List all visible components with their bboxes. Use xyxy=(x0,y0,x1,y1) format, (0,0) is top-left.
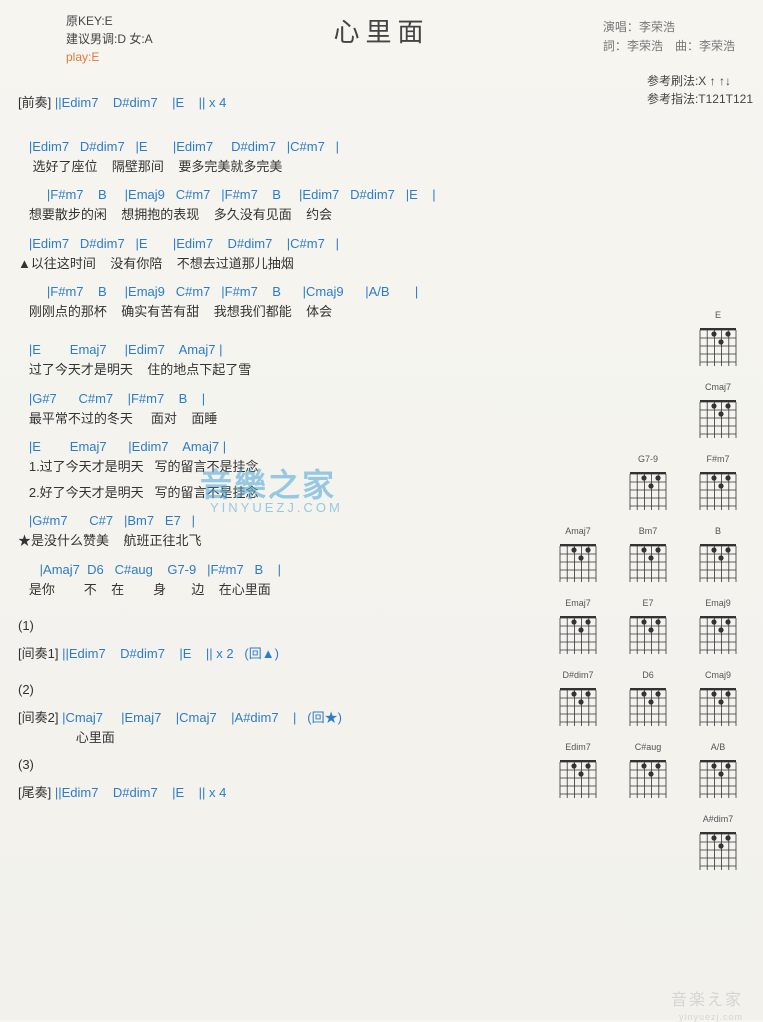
lyric-line: 选好了座位 隔壁那间 要多完美就多完美 xyxy=(18,158,548,176)
chord-diagram: Bm7 xyxy=(621,526,675,586)
diagram-row: Cmaj7 xyxy=(535,382,745,442)
chord-diagram: Emaj7 xyxy=(551,598,605,658)
chord-diagram: G7-9 xyxy=(621,454,675,514)
diagram-label: Edim7 xyxy=(551,742,605,752)
section-num: (3) xyxy=(18,756,548,774)
chord-diagram: E7 xyxy=(621,598,675,658)
ref-strum: 参考刷法:X ↑ ↑↓ xyxy=(647,72,753,90)
watermark-bottom: 音楽え家 xyxy=(671,986,743,1010)
ref-finger: 参考指法:T121T121 xyxy=(647,90,753,108)
diagram-row: D#dim7 D6 Cmaj9 xyxy=(535,670,745,730)
chord-diagram: Cmaj7 xyxy=(691,382,745,442)
lyric-line: 是你 不 在 身 边 在心里面 xyxy=(18,581,548,599)
lyric-line: 2.好了今天才是明天 写的留言不是挂念 xyxy=(18,484,548,502)
diagram-label: Emaj9 xyxy=(691,598,745,608)
writer-line: 詞：李荣浩 曲：李荣浩 xyxy=(603,37,735,56)
diagram-label: Cmaj7 xyxy=(691,382,745,392)
diagram-label: A/B xyxy=(691,742,745,752)
inter2-chords: |Cmaj7 |Emaj7 |Cmaj7 |A#dim7 | (回★) xyxy=(58,710,341,725)
inter1-label: [间奏1] xyxy=(18,646,58,661)
chord-diagram: C#aug xyxy=(621,742,675,802)
diagram-label: G7-9 xyxy=(621,454,675,464)
lyric-line: 心里面 xyxy=(18,729,548,747)
chord-diagram: Edim7 xyxy=(551,742,605,802)
intro-chords: ||Edim7 D#dim7 |E || x 4 xyxy=(51,95,226,110)
outro-label: [尾奏] xyxy=(18,785,51,800)
lyric-line: ▲以往这时间 没有你陪 不想去过道那儿抽烟 xyxy=(18,255,548,273)
chord-content: [前奏] ||Edim7 D#dim7 |E || x 4 |Edim7 D#d… xyxy=(18,92,548,808)
chord-diagrams: E Cmaj7 G7-9 F#m7 Amaj7 Bm7 B Emaj7 E7 Emaj9 D#dim… xyxy=(535,310,745,886)
chord-diagram: Cmaj9 xyxy=(691,670,745,730)
chord-diagram: Amaj7 xyxy=(551,526,605,586)
chord-line: |Edim7 D#dim7 |E |Edim7 D#dim7 |C#m7 | xyxy=(18,136,548,158)
outro-block: (3) [尾奏] ||Edim7 D#dim7 |E || x 4 xyxy=(18,756,548,804)
lyric-line: 刚刚点的那杯 确实有苦有甜 我想我们都能 体会 xyxy=(18,303,548,321)
chord-diagram: D6 xyxy=(621,670,675,730)
inter2-label: [间奏2] xyxy=(18,710,58,725)
chord-line: |E Emaj7 |Edim7 Amaj7 | xyxy=(18,436,548,458)
chorus-block: |E Emaj7 |Edim7 Amaj7 | 过了今天才是明天 住的地点下起了… xyxy=(18,339,548,599)
reference-box: 参考刷法:X ↑ ↑↓ 参考指法:T121T121 xyxy=(647,72,753,108)
diagram-label: F#m7 xyxy=(691,454,745,464)
diagram-label: E7 xyxy=(621,598,675,608)
diagram-label: Emaj7 xyxy=(551,598,605,608)
chord-diagram: Emaj9 xyxy=(691,598,745,658)
credits: 演唱：李荣浩 詞：李荣浩 曲：李荣浩 xyxy=(603,18,735,56)
chord-diagram: A#dim7 xyxy=(691,814,745,874)
inter1-chords: ||Edim7 D#dim7 |E || x 2 (回▲) xyxy=(58,646,278,661)
diagram-label: C#aug xyxy=(621,742,675,752)
chord-line: |Edim7 D#dim7 |E |Edim7 D#dim7 |C#m7 | xyxy=(18,233,548,255)
diagram-label: B xyxy=(691,526,745,536)
chord-line: |G#7 C#m7 |F#m7 B | xyxy=(18,388,548,410)
diagram-row: A#dim7 xyxy=(535,814,745,874)
lyric-line: 最平常不过的冬天 面对 面睡 xyxy=(18,410,548,428)
chord-line: |Amaj7 D6 C#aug G7-9 |F#m7 B | xyxy=(18,559,548,581)
chord-diagram: F#m7 xyxy=(691,454,745,514)
chord-diagram: D#dim7 xyxy=(551,670,605,730)
diagram-row: Emaj7 E7 Emaj9 xyxy=(535,598,745,658)
inter2-block: (2) [间奏2] |Cmaj7 |Emaj7 |Cmaj7 |A#dim7 |… xyxy=(18,681,548,747)
chord-line: |F#m7 B |Emaj9 C#m7 |F#m7 B |Cmaj9 |A/B … xyxy=(18,281,548,303)
header: 原KEY:E 建议男调:D 女:A play:E 心里面 演唱：李荣浩 詞：李荣… xyxy=(18,12,745,66)
chord-diagram: E xyxy=(691,310,745,370)
chord-sheet-page: 原KEY:E 建议男调:D 女:A play:E 心里面 演唱：李荣浩 詞：李荣… xyxy=(0,0,763,1020)
chord-line: |F#m7 B |Emaj9 C#m7 |F#m7 B |Edim7 D#dim… xyxy=(18,184,548,206)
chord-line: |E Emaj7 |Edim7 Amaj7 | xyxy=(18,339,548,361)
section-num: (1) xyxy=(18,617,548,635)
chord-diagram: A/B xyxy=(691,742,745,802)
diagram-label: Bm7 xyxy=(621,526,675,536)
diagram-label: Cmaj9 xyxy=(691,670,745,680)
lyric-line: 想要散步的闲 想拥抱的表现 多久没有见面 约会 xyxy=(18,206,548,224)
lyric-line: 1.过了今天才是明天 写的留言不是挂念 xyxy=(18,458,548,476)
diagram-label: D6 xyxy=(621,670,675,680)
inter1-block: (1) [间奏1] ||Edim7 D#dim7 |E || x 2 (回▲) xyxy=(18,617,548,665)
intro-label: [前奏] xyxy=(18,95,51,110)
singer-line: 演唱：李荣浩 xyxy=(603,18,735,37)
lyric-line: ★是没什么赞美 航班正往北飞 xyxy=(18,532,548,550)
chord-diagram: B xyxy=(691,526,745,586)
chord-line: |G#m7 C#7 |Bm7 E7 | xyxy=(18,510,548,532)
verse-block: |Edim7 D#dim7 |E |Edim7 D#dim7 |C#m7 | 选… xyxy=(18,136,548,321)
diagram-label: Amaj7 xyxy=(551,526,605,536)
diagram-row: G7-9 F#m7 xyxy=(535,454,745,514)
intro-block: [前奏] ||Edim7 D#dim7 |E || x 4 xyxy=(18,92,548,114)
diagram-label: E xyxy=(691,310,745,320)
diagram-label: D#dim7 xyxy=(551,670,605,680)
watermark-bottom-sub: yinyuezj.com xyxy=(679,1012,743,1022)
diagram-row: Edim7 C#aug A/B xyxy=(535,742,745,802)
diagram-row: E xyxy=(535,310,745,370)
diagram-label: A#dim7 xyxy=(691,814,745,824)
outro-chords: ||Edim7 D#dim7 |E || x 4 xyxy=(51,785,226,800)
diagram-row: Amaj7 Bm7 B xyxy=(535,526,745,586)
lyric-line: 过了今天才是明天 住的地点下起了雪 xyxy=(18,361,548,379)
section-num: (2) xyxy=(18,681,548,699)
